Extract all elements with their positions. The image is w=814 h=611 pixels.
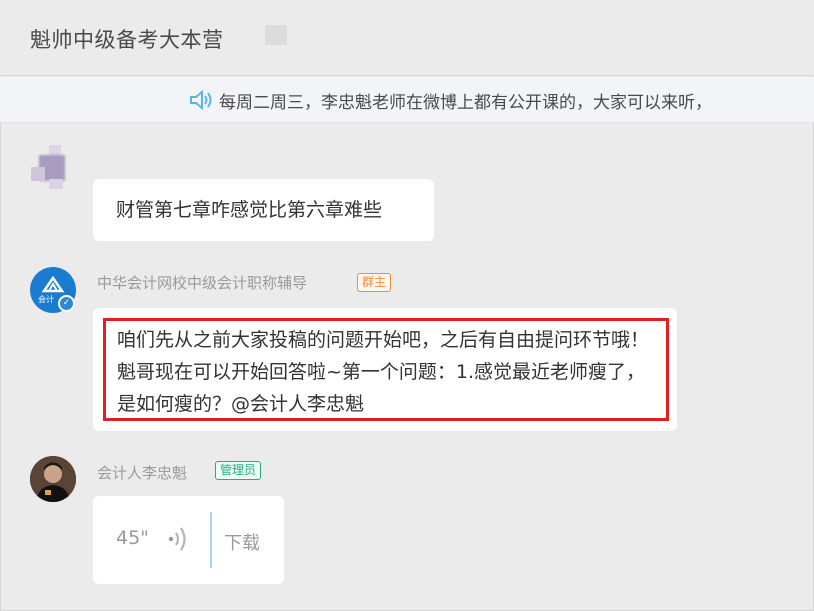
message-bubble[interactable]: 财管第七章咋感觉比第六章难些: [93, 179, 434, 241]
avatar[interactable]: [27, 145, 73, 191]
admin-badge: 管理员: [215, 461, 262, 480]
speaker-icon: [190, 89, 212, 111]
avatar-text: 会计: [38, 294, 54, 304]
group-title: 魁帅中级备考大本营: [30, 28, 224, 52]
highlight-box: [103, 318, 669, 421]
voice-divider: [210, 512, 212, 568]
title-tag-icon: [265, 25, 287, 45]
message-text: 财管第七章咋感觉比第六章难些: [116, 199, 383, 221]
person-photo-icon: [30, 456, 76, 502]
owner-badge: 群主: [357, 273, 392, 292]
verified-icon: ✓: [58, 295, 75, 312]
voice-play-icon[interactable]: [166, 523, 194, 555]
announcement-text: 每周二周三，李忠魁老师在微博上都有公开课的，大家可以来听，: [219, 93, 712, 113]
sender-name[interactable]: 会计人李忠魁: [97, 462, 187, 483]
download-button[interactable]: 下载: [224, 529, 260, 555]
announcement-bar[interactable]: 每周二周三，李忠魁老师在微博上都有公开课的，大家可以来听，: [0, 77, 814, 123]
title-bar: 魁帅中级备考大本营: [0, 0, 814, 76]
sender-name[interactable]: 中华会计网校中级会计职称辅导: [97, 272, 307, 293]
avatar[interactable]: [30, 456, 76, 502]
voice-duration: 45": [116, 527, 149, 549]
